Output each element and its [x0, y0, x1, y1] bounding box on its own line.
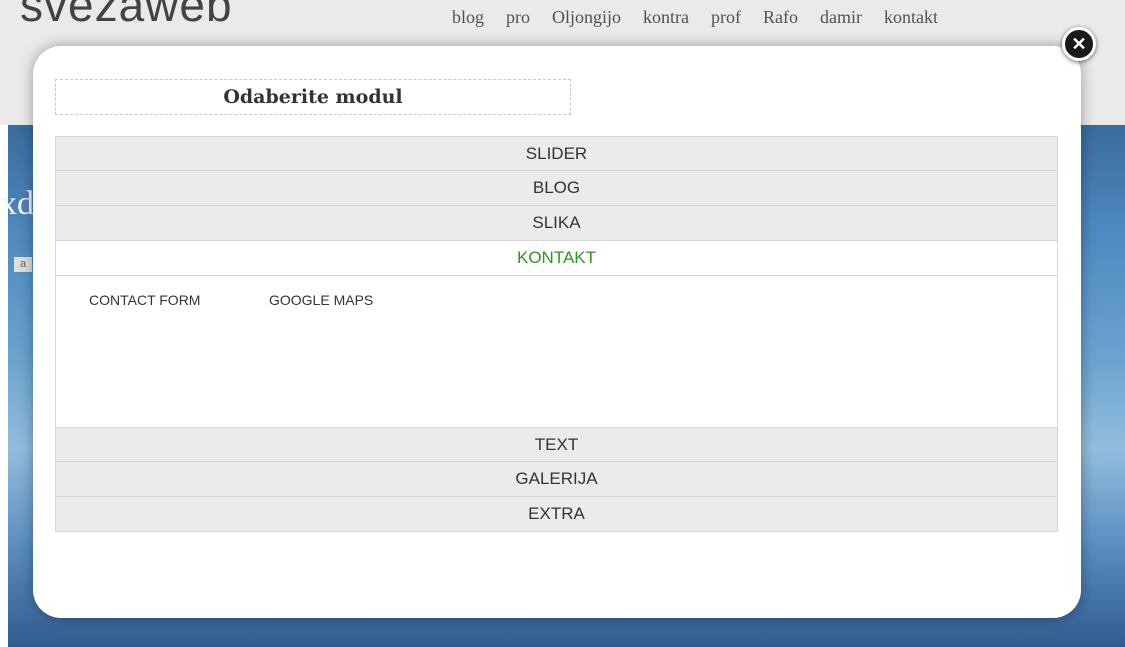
section-blog[interactable]: BLOG	[55, 171, 1058, 206]
module-contact-form[interactable]: CONTACT FORM	[89, 292, 200, 308]
module-picker-modal: Odaberite modul SLIDER BLOG SLIKA KONTAK…	[33, 46, 1081, 618]
section-slider[interactable]: SLIDER	[55, 136, 1058, 171]
close-icon[interactable]: ✕	[1062, 27, 1096, 61]
section-text[interactable]: TEXT	[55, 427, 1058, 462]
module-accordion: SLIDER BLOG SLIKA KONTAKT CONTACT FORM G…	[55, 136, 1058, 532]
section-kontakt-panel: CONTACT FORM GOOGLE MAPS	[55, 276, 1058, 427]
modal-title: Odaberite modul	[55, 79, 571, 115]
section-slika[interactable]: SLIKA	[55, 206, 1058, 241]
section-extra[interactable]: EXTRA	[55, 497, 1058, 532]
section-kontakt[interactable]: KONTAKT	[55, 241, 1058, 276]
section-galerija[interactable]: GALERIJA	[55, 462, 1058, 497]
module-google-maps[interactable]: GOOGLE MAPS	[269, 292, 373, 308]
